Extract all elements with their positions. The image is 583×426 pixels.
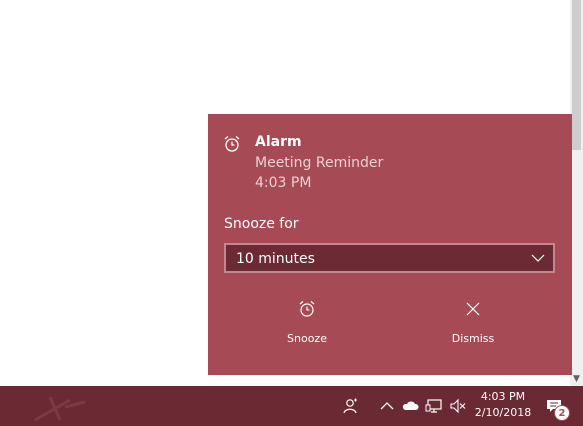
onedrive-cloud-icon[interactable] — [401, 397, 419, 415]
volume-muted-icon[interactable] — [449, 397, 467, 415]
snooze-button[interactable]: Snooze — [232, 294, 382, 354]
close-icon — [466, 302, 480, 316]
clock-time: 4:03 PM — [480, 390, 526, 403]
chevron-down-icon — [531, 254, 545, 262]
chevron-up-icon[interactable] — [378, 397, 396, 415]
alarm-clock-icon — [299, 301, 315, 317]
alarm-toast: Alarm Meeting Reminder 4:03 PM Snooze fo… — [208, 114, 572, 375]
clock-date: 2/10/2018 — [474, 406, 532, 419]
dismiss-button[interactable]: Dismiss — [398, 294, 548, 354]
toast-body: Meeting Reminder — [255, 155, 384, 171]
taskbar: 4:03 PM 2/10/2018 2 — [0, 386, 583, 426]
desktop-wallpaper-decor — [34, 396, 86, 422]
dismiss-button-label: Dismiss — [451, 332, 495, 345]
taskbar-clock[interactable]: 4:03 PM 2/10/2018 — [470, 389, 536, 421]
toast-time: 4:03 PM — [255, 175, 312, 191]
network-icon[interactable] — [425, 397, 443, 415]
snooze-for-label: Snooze for — [224, 216, 299, 232]
toast-title: Alarm — [255, 134, 302, 150]
scrollbar-thumb[interactable] — [572, 0, 581, 150]
snooze-button-label: Snooze — [287, 332, 327, 345]
notification-count-badge: 2 — [554, 405, 570, 421]
snooze-selected-value: 10 minutes — [236, 251, 315, 267]
people-icon[interactable] — [342, 397, 360, 415]
snooze-duration-select[interactable]: 10 minutes — [224, 243, 555, 273]
alarm-clock-icon — [224, 136, 240, 152]
